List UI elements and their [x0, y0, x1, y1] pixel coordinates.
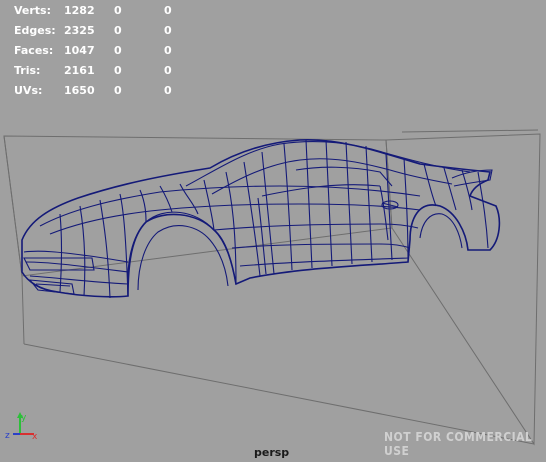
- hud-value: 2161: [64, 64, 95, 77]
- axis-y-label: y: [21, 413, 27, 423]
- hud-row-faces: Faces: 1047 0 0: [14, 44, 184, 64]
- hud-value: 0: [114, 44, 122, 57]
- hud-value: 0: [164, 44, 172, 57]
- hud-value: 2325: [64, 24, 95, 37]
- perspective-viewport[interactable]: Verts: 1282 0 0 Edges: 2325 0 0 Faces: 1…: [0, 0, 546, 462]
- hud-value: 0: [114, 4, 122, 17]
- hud-value: 0: [164, 64, 172, 77]
- hud-label: Tris:: [14, 64, 41, 77]
- axis-gizmo-icon: y x z: [5, 412, 38, 442]
- poly-count-hud: Verts: 1282 0 0 Edges: 2325 0 0 Faces: 1…: [14, 4, 184, 104]
- hud-row-tris: Tris: 2161 0 0: [14, 64, 184, 84]
- car-mesh: [21, 139, 501, 299]
- hud-value: 1282: [64, 4, 95, 17]
- hud-label: Faces:: [14, 44, 54, 57]
- camera-name-label: persp: [254, 446, 290, 459]
- hud-value: 0: [164, 24, 172, 37]
- hud-row-verts: Verts: 1282 0 0: [14, 4, 184, 24]
- hud-value: 1047: [64, 44, 95, 57]
- axis-z-label: z: [5, 431, 10, 441]
- hud-value: 0: [114, 24, 122, 37]
- axis-x-label: x: [32, 432, 38, 442]
- hud-value: 0: [164, 84, 172, 97]
- hud-label: UVs:: [14, 84, 43, 97]
- hud-value: 0: [114, 84, 122, 97]
- hud-value: 0: [164, 4, 172, 17]
- hud-label: Edges:: [14, 24, 56, 37]
- hud-label: Verts:: [14, 4, 52, 17]
- hud-row-uvs: UVs: 1650 0 0: [14, 84, 184, 104]
- hud-value: 0: [114, 64, 122, 77]
- hud-value: 1650: [64, 84, 95, 97]
- hud-row-edges: Edges: 2325 0 0: [14, 24, 184, 44]
- watermark-text: NOT FOR COMMERCIAL USE: [384, 430, 533, 458]
